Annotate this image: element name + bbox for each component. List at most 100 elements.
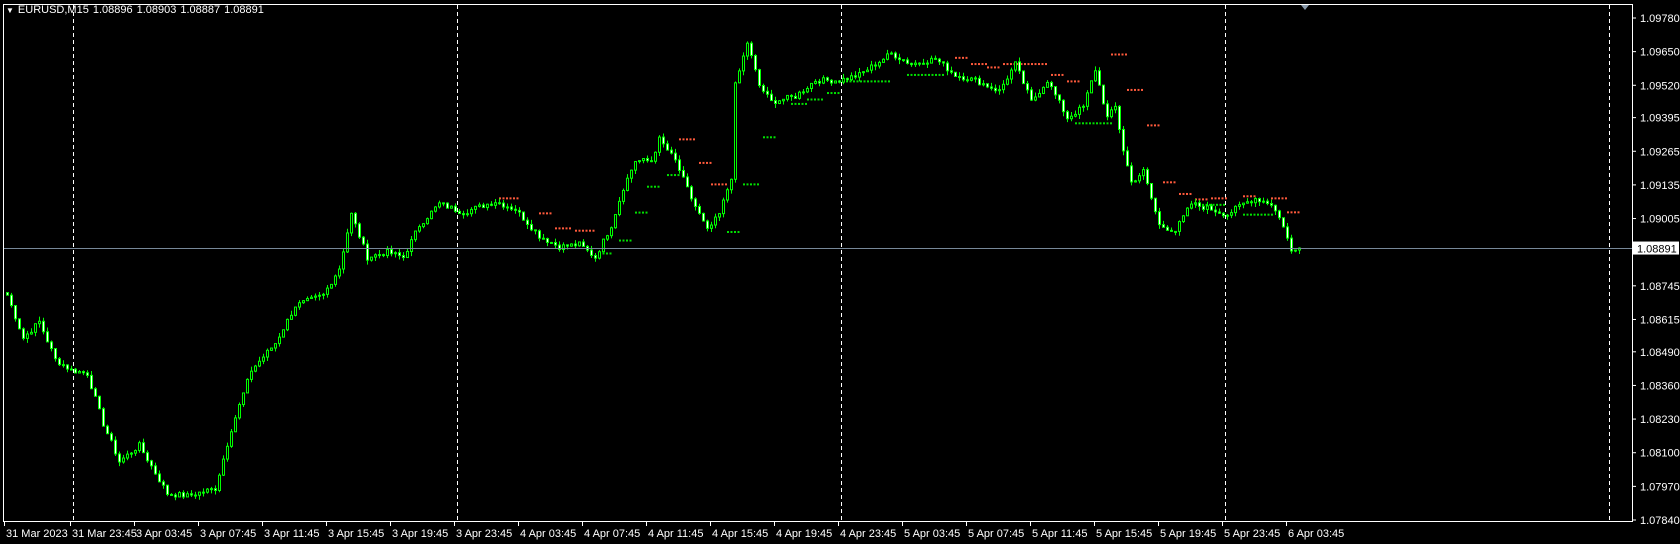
green-indicator-dot bbox=[810, 98, 813, 101]
bull-candle bbox=[926, 62, 929, 65]
bull-candle bbox=[342, 251, 345, 270]
bull-candle bbox=[630, 169, 633, 179]
green-indicator-dot bbox=[1264, 213, 1266, 216]
bull-candle bbox=[478, 204, 481, 207]
price-tick-label: 1.09520 bbox=[1640, 80, 1680, 92]
bear-candle bbox=[938, 58, 941, 63]
red-indicator-dot bbox=[714, 183, 717, 186]
bull-candle bbox=[1002, 83, 1005, 91]
bear-candle bbox=[922, 62, 925, 65]
red-indicator-dot bbox=[1137, 88, 1140, 91]
green-indicator-dot bbox=[881, 80, 883, 83]
red-indicator-dot bbox=[718, 183, 720, 186]
bull-candle bbox=[1234, 205, 1237, 214]
green-indicator-dot bbox=[753, 183, 756, 186]
bear-candle bbox=[498, 202, 501, 205]
bull-candle bbox=[346, 232, 349, 253]
price-axis[interactable]: 1.09780 1.09650 1.09520 1.09395 1.09265 1.091… bbox=[1632, 13, 1680, 527]
red-indicator-dot bbox=[1121, 53, 1124, 56]
bull-candle bbox=[1046, 81, 1049, 88]
bear-candle bbox=[158, 473, 161, 483]
time-axis[interactable]: 31 Mar 2023 31 Mar 23:45 3 Apr 03:45 3 Apr … bbox=[4, 521, 1345, 540]
bear-candle bbox=[898, 57, 901, 61]
green-indicator-dot bbox=[798, 102, 800, 105]
red-indicator-dot bbox=[971, 63, 973, 66]
red-indicator-dot bbox=[558, 227, 561, 230]
red-indicator-dot bbox=[682, 138, 685, 141]
red-indicator-dot bbox=[1285, 197, 1287, 200]
green-indicator-dot bbox=[645, 211, 648, 214]
bear-candle bbox=[554, 242, 557, 246]
green-indicator-dot bbox=[1106, 122, 1109, 125]
red-indicator-dot bbox=[1253, 195, 1256, 198]
bear-candle bbox=[582, 241, 585, 247]
bear-candle bbox=[514, 208, 517, 211]
green-indicator-dot bbox=[626, 239, 628, 242]
bull-candle bbox=[226, 445, 229, 460]
bear-candle bbox=[1162, 224, 1165, 228]
green-indicator-dot bbox=[805, 102, 807, 105]
bull-candle bbox=[722, 199, 725, 215]
bear-candle bbox=[94, 388, 97, 397]
red-indicator-dot bbox=[958, 56, 961, 59]
red-indicator-dot bbox=[711, 183, 713, 186]
red-indicator-dot bbox=[513, 197, 515, 200]
red-indicator-dot bbox=[585, 229, 588, 232]
bear-candle bbox=[974, 77, 977, 80]
bull-candle bbox=[1078, 106, 1081, 115]
bear-candle bbox=[674, 152, 677, 161]
time-tick-label: 4 Apr 19:45 bbox=[776, 528, 832, 540]
red-indicator-dot bbox=[589, 229, 591, 232]
green-indicator-dot bbox=[1260, 213, 1263, 216]
time-tick-label: 5 Apr 11:45 bbox=[1032, 528, 1087, 540]
green-indicator-dot bbox=[935, 73, 937, 76]
green-indicator-dot bbox=[737, 230, 740, 233]
red-indicator-dot bbox=[1205, 198, 1208, 201]
bull-candle bbox=[914, 62, 917, 66]
bear-candle bbox=[1174, 230, 1177, 233]
bear-candle bbox=[502, 202, 505, 208]
red-indicator-dot bbox=[1061, 73, 1064, 76]
bull-candle bbox=[882, 58, 885, 63]
bear-candle bbox=[1062, 99, 1065, 113]
bull-candle bbox=[466, 213, 469, 216]
bull-candle bbox=[798, 91, 801, 99]
bear-candle bbox=[202, 491, 205, 494]
green-indicator-dot bbox=[1271, 213, 1273, 216]
green-indicator-dot bbox=[874, 80, 876, 83]
bear-candle bbox=[182, 492, 185, 498]
bull-candle bbox=[314, 295, 317, 298]
bull-candle bbox=[494, 202, 497, 206]
bull-candle bbox=[710, 224, 713, 229]
red-indicator-dot bbox=[1114, 53, 1117, 56]
red-indicator-dot bbox=[1077, 80, 1080, 83]
bull-candle bbox=[1230, 212, 1233, 216]
green-indicator-dot bbox=[1092, 122, 1095, 125]
bull-candle bbox=[982, 83, 985, 86]
bull-candle bbox=[186, 493, 189, 498]
bear-candle bbox=[1170, 229, 1173, 232]
bear-candle bbox=[1286, 226, 1289, 239]
bear-candle bbox=[446, 202, 449, 209]
bear-candle bbox=[1250, 201, 1253, 204]
red-indicator-dot bbox=[592, 229, 595, 232]
price-chart[interactable]: 1.09780 1.09650 1.09520 1.09395 1.09265 1.091… bbox=[0, 0, 1680, 544]
bull-candle bbox=[930, 57, 933, 64]
bull-candle bbox=[1294, 249, 1297, 252]
time-tick-label: 5 Apr 03:45 bbox=[904, 528, 960, 540]
price-tick-label: 1.08360 bbox=[1640, 380, 1680, 392]
red-indicator-dot bbox=[1218, 197, 1220, 200]
bear-candle bbox=[694, 198, 697, 207]
green-indicator-dot bbox=[1099, 122, 1102, 125]
bear-candle bbox=[82, 371, 85, 374]
green-indicator-dot bbox=[870, 80, 873, 83]
bear-candle bbox=[774, 100, 777, 104]
bull-candle bbox=[602, 238, 605, 253]
bear-candle bbox=[1274, 204, 1277, 212]
red-indicator-dot bbox=[549, 212, 552, 215]
bear-candle bbox=[50, 341, 53, 350]
dropdown-triangle-icon[interactable]: ▼ bbox=[6, 6, 14, 15]
red-indicator-dot bbox=[1250, 195, 1252, 198]
bull-candle bbox=[970, 77, 973, 81]
green-indicator-dot bbox=[817, 98, 820, 101]
